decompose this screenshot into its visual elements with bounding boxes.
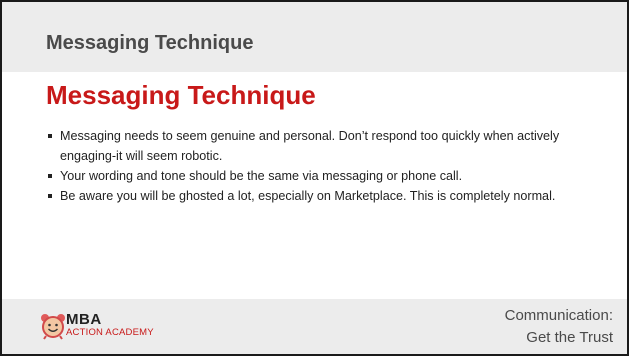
footer-bar: MBA ACTION ACADEMY Communication: Get th… xyxy=(2,299,627,354)
bullet-item: Your wording and tone should be the same… xyxy=(48,166,478,186)
section-label-line2: Get the Trust xyxy=(526,329,613,346)
bullet-text: Be aware you will be ghosted a lot, espe… xyxy=(60,189,556,203)
bullet-marker xyxy=(48,134,52,138)
bullet-text: Messaging needs to seem genuine and pers… xyxy=(60,129,560,163)
bullet-list: Messaging needs to seem genuine and pers… xyxy=(48,126,588,206)
slide: Messaging Technique Messaging Technique … xyxy=(0,0,629,356)
bullet-marker xyxy=(48,194,52,198)
header-bar: Messaging Technique xyxy=(2,2,627,72)
logo: MBA ACTION ACADEMY xyxy=(38,311,188,341)
bullet-item: Messaging needs to seem genuine and pers… xyxy=(48,126,568,166)
smiling-alarm-clock-icon xyxy=(41,314,65,340)
bullet-item: Be aware you will be ghosted a lot, espe… xyxy=(48,186,568,206)
section-label: Communication: Get the Trust xyxy=(505,305,613,349)
logo-subtitle: ACTION ACADEMY xyxy=(66,327,154,338)
header-title: Messaging Technique xyxy=(46,32,254,54)
logo-mba-text: MBA xyxy=(66,311,102,328)
content-area: Messaging Technique Messaging needs to s… xyxy=(2,72,627,299)
bullet-marker xyxy=(48,174,52,178)
section-label-line1: Communication: xyxy=(504,307,613,324)
bullet-text: Your wording and tone should be the same… xyxy=(60,169,463,183)
content-title: Messaging Technique xyxy=(46,80,316,110)
